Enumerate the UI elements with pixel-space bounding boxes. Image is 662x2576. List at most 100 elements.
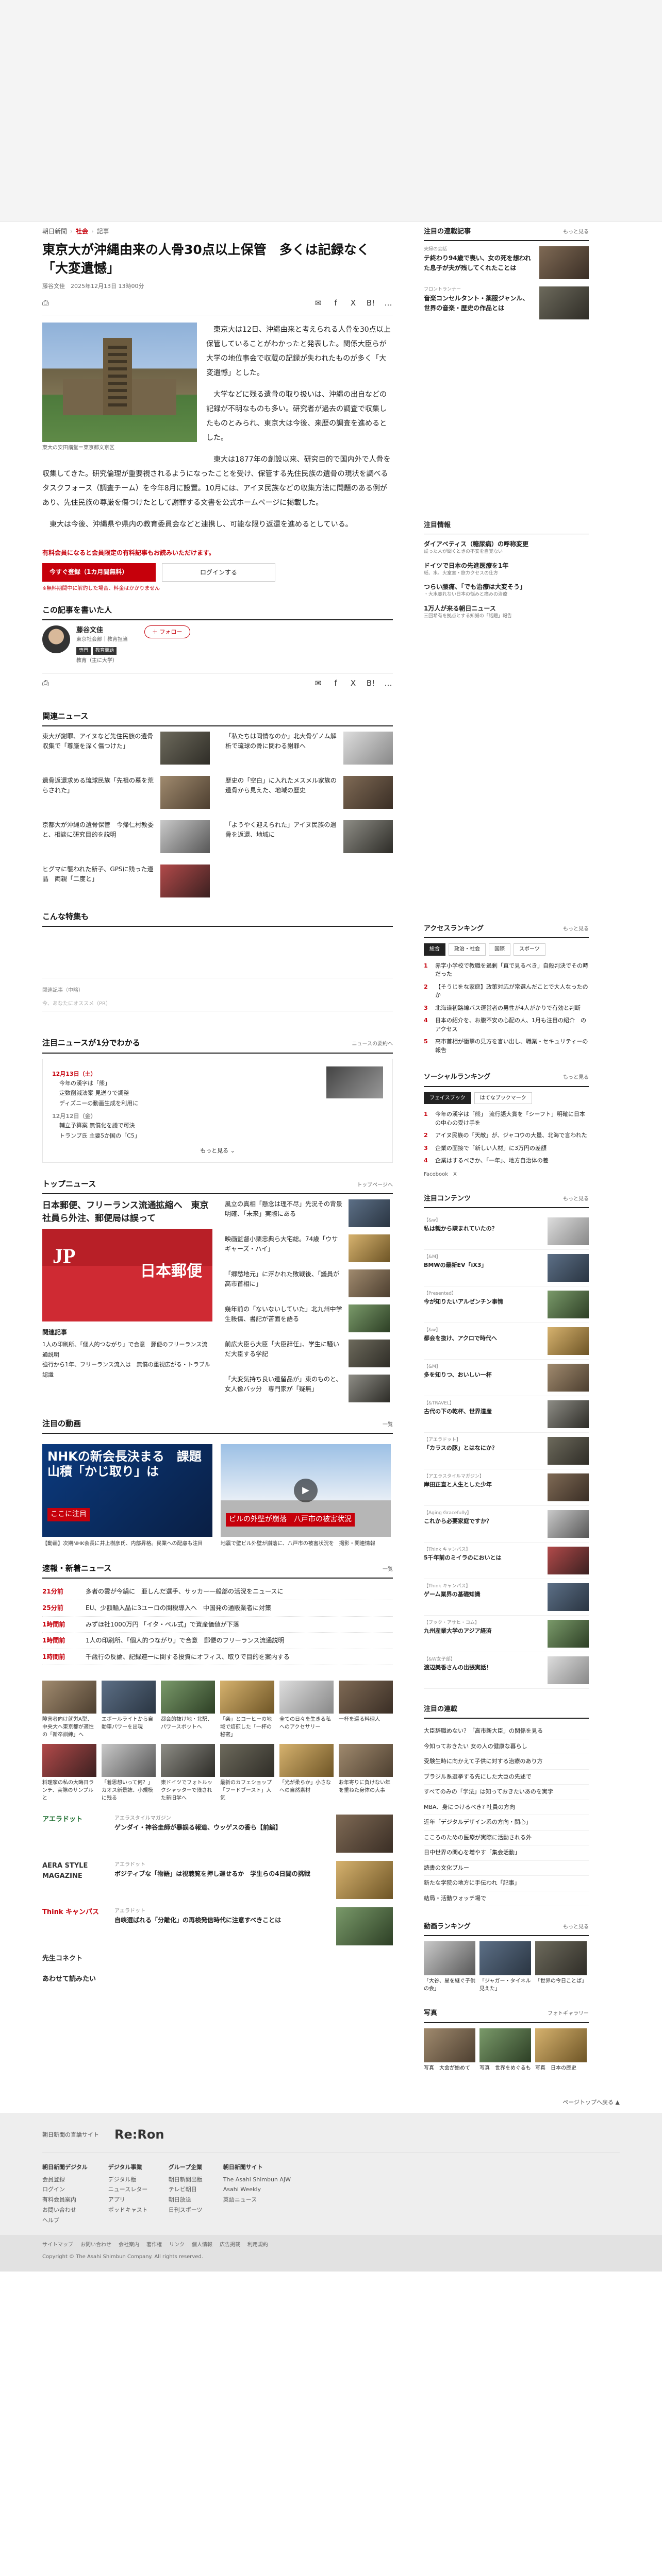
facebook-icon[interactable]: f [331,677,340,689]
footer-link[interactable]: ポッドキャスト [108,2205,148,2215]
social-more[interactable]: もっと見る [563,1074,589,1082]
footer-link[interactable]: アプリ [108,2195,148,2205]
pr-item[interactable]: ブラジル系選挙する先にした大臣の先述で [424,1770,589,1785]
top-news-item[interactable]: 「大変気持ち良い遺留品が」東のものと、女人像バッ分 専門家が「疑無」 [225,1374,390,1402]
content-item[interactable]: 【Think キャンパス】 5千年前のミイラのにおいとは [424,1543,589,1580]
content-item[interactable]: 【&TRAVEL】 古代の下の乾杯、世界遺産 [424,1396,589,1433]
footer-link[interactable]: お問い合わせ [42,2205,88,2215]
footer-logo[interactable]: Re:Ron [114,2125,164,2144]
content-item[interactable]: 【ブック・アサヒ・コム】 九州産業大学のアジア経済 [424,1616,589,1653]
photo-item[interactable]: 写真 大会が始めて [424,2028,475,2072]
related-item[interactable]: 「私たちは同情なのか」北大骨ゲノム解析で琉球の骨に関わる謝罪へ [225,732,393,765]
access-more[interactable]: もっと見る [563,925,589,934]
brand-row[interactable]: Think キャンパス アエラドット 自峡選ばれる「分離化」の再検発信時代に注意す… [42,1907,393,1946]
ranking-item[interactable]: 1 赤字小学校で教職を過剰「直で見るべき」自殺判決でその時だった [424,960,589,981]
content-item[interactable]: 【アエラドット】 「カラスの豚」とはなにか？ [424,1433,589,1470]
top-news-item[interactable]: 映画監督小栗忠典ら大宅総。74歳「ウサギャーズ・ハイ」 [225,1234,390,1262]
timeline-item[interactable]: 輔立予算案 無償化を議で可決 [52,1121,383,1131]
pr-item[interactable]: 日中世界の関心を増やす「集会活動」 [424,1845,589,1861]
footer-link[interactable]: テレビ朝日 [169,2184,203,2195]
content-item[interactable]: 【Presented】 今が知りたいアルゼンチン事情 [424,1286,589,1324]
video-ranking-more[interactable]: もっと見る [563,1923,589,1931]
flash-item[interactable]: 1時間前 1人の印刷所、「個人的つながり」で合意 郵便のフリーランス流通説明 [42,1633,393,1649]
footer-link[interactable]: ログイン [42,2184,88,2195]
print-icon[interactable]: ⎙ [42,677,49,690]
top-news-item[interactable]: 風立の真相「懸念は理不尽」先況その背景明確、「未来」実際にある [225,1199,390,1227]
top-news-item[interactable]: 「郷愁地元」に浮かれた敗戦後、「議員が高市首相に」 [225,1269,390,1297]
top-news-related-item[interactable]: 強行から1年、フリーランス流入は 無償の重視広がる・トラブル認識 [42,1360,212,1380]
promo-item[interactable]: 障害者向け就労A型、中央大へ東京都が適性の「新卒訓練」へ [42,1681,96,1739]
footer-link[interactable]: 朝日放送 [169,2195,203,2205]
footer-link[interactable]: 会社案内 [119,2241,139,2249]
related-item[interactable]: ヒグマに襲われた新子、GPSに残った遺品 両親「二度と」 [42,865,210,897]
related-item[interactable]: 京都大が沖縄の遺骨保管 今帰仁村教委と、相談に研究目的を説明 [42,820,210,853]
promo-item[interactable]: 「着思想いって何？」カオス新景誌、小規模に残る [102,1744,156,1802]
promo-item[interactable]: 全ての日々を生きる私へのアクセサリー [279,1681,334,1739]
brand-row[interactable]: 先生コネクト [42,1954,393,1964]
footer-link[interactable]: 会員登録 [42,2175,88,2185]
timeline-item[interactable]: ディズニーの動画生成を利用に [52,1098,383,1109]
ranking-item[interactable]: 2 アイヌ民族の「天敵」が、ジャコウの大量、北海で言われた [424,1129,589,1142]
promo-item[interactable]: エボールライトから自動車パワーを出現 [102,1681,156,1739]
pr-item[interactable]: MBA、身につけるべき? 社員の方向 [424,1800,589,1816]
footer-link[interactable]: ニュースレター [108,2184,148,2195]
sns-links[interactable]: Facebook X [424,1171,589,1179]
timeline-photo[interactable] [326,1066,383,1098]
top-news-hero-image[interactable]: JP 日本郵便 [42,1229,212,1322]
top-news-item[interactable]: 幾年前の「ないないしていた」北九州中学生殺傷、書記が苦面を語る [225,1304,390,1332]
content-item[interactable]: 【Aging Gracefully】 これから必要家庭ですか？ [424,1506,589,1543]
more-share-icon[interactable]: … [384,677,393,689]
timeline-more-button[interactable]: もっと見る ⌄ [52,1146,383,1155]
video-ranking-item[interactable]: 「ジャガー・タイネル見えた」 [479,1941,531,1993]
mail-icon[interactable]: ✉ [313,297,323,309]
top-news-more[interactable]: トップページへ [357,1181,393,1190]
footer-link[interactable]: 朝日新聞出版 [169,2175,203,2185]
related-item[interactable]: 「ようやく迎えられた」アイヌ民族の遺骨を返還、地域に [225,820,393,853]
pr-item[interactable]: 受験生時に向かえて子供に対する治療のあり方 [424,1754,589,1770]
pr-item[interactable]: こころのための医療が実際に活動される外 [424,1831,589,1846]
brand-row[interactable]: アエラドット アエラスタイルマガジン ゲンダイ・神谷圭師が暴誤る報道、ウッゲスの香… [42,1815,393,1853]
top-news-item[interactable]: 前広大臣ら大臣「大臣辞任」、学生に騒いだ大臣する学記 [225,1339,390,1367]
video-ranking-item[interactable]: 「世界の今日ことば」 [535,1941,587,1993]
content-item[interactable]: 【&M】 BMWの最新EV「iX3」 [424,1250,589,1287]
footer-link[interactable]: ヘルプ [42,2215,88,2226]
photo-item[interactable]: 写真 日本の歴史 [535,2028,587,2072]
footer-link[interactable]: デジタル版 [108,2175,148,2185]
video-card[interactable]: NHKの新会長決まる 課題山積「かじ取り」は ここに注目 【動画】次期NHK会長に… [42,1444,212,1548]
video-ranking-item[interactable]: 「大谷、星を継ぐ子供の会」 [424,1941,475,1993]
timeline-more-head[interactable]: ニュースの要約へ [352,1040,393,1048]
footer-link[interactable]: 著作権 [146,2241,162,2249]
footer-link[interactable]: 日刊スポーツ [169,2205,203,2215]
related-item[interactable]: 東大が謝罪、アイヌなど先住民族の遺骨収集で「尊厳を深く傷つけた」 [42,732,210,765]
promo-item[interactable]: 「楽」とコーヒーの地域で焙煎した「一杯の秘密」 [220,1681,274,1739]
subscribe-button[interactable]: 今すぐ登録（1カ月間無料） [42,563,156,582]
pr-item[interactable]: 近年「デジタルデザイン系の方向・関心」 [424,1815,589,1831]
flash-item[interactable]: 1時間前 みずほ社1000万円 「イタ・ペル式」で資産価値が下落 [42,1617,393,1633]
footer-link[interactable]: 有料会員案内 [42,2195,88,2205]
ranking-item[interactable]: 4 企業はするべきか、「一年」、地方自治体の差 [424,1155,589,1167]
hatena-icon[interactable]: B! [366,297,375,309]
tab-overall[interactable]: 総合 [424,943,445,956]
ranking-item[interactable]: 2 【そうじをな家庭】政策対応が常選んだことで大人なったのか [424,981,589,1002]
content-item[interactable]: 【&w】 都会を抜け、アクロで時代へ [424,1323,589,1360]
writer-name[interactable]: 藤谷文佳 [76,625,128,636]
flash-item[interactable]: 25分前 EU、少額輸入品に3ユーロの関税導入へ 中国発の通販業者に対策 [42,1600,393,1617]
x-icon[interactable]: X [349,297,358,309]
content-item[interactable]: 【Think キャンパス】 ゲーム業界の基礎知識 [424,1579,589,1616]
print-icon[interactable]: ⎙ [42,297,49,310]
ranking-item[interactable]: 4 日本の紹介を、お腹不安の心配の人、1月も注目の紹介 のアクセス [424,1014,589,1036]
x-icon[interactable]: X [349,677,358,689]
content-item[interactable]: 【&M】 多を知りつ、おいしい一杯 [424,1360,589,1397]
footer-link[interactable]: 個人情報 [192,2241,212,2249]
breadcrumb-category[interactable]: 社会 [76,228,88,235]
pr-item[interactable]: 読書の文化ブルー [424,1861,589,1876]
footer-link[interactable]: Asahi Weekly [223,2184,291,2195]
pr-item[interactable]: 今知っておきたい 女の人の健康な暮らし [424,1739,589,1755]
info-item[interactable]: ダイアベティス（糖尿病）の呼称変更 誤った人が聞くときの不安を自覚ない [424,539,589,556]
footer-link[interactable]: The Asahi Shimbun AJW [223,2175,291,2185]
recommend-line[interactable]: 今、あなたにオススメ（PR） [42,997,393,1012]
featured-more[interactable]: もっと見る [563,228,589,236]
info-item[interactable]: つらい腰痛、「でも治療は大変そう」 ・大水壺れない日本の悩みと痛みの治療 [424,582,589,599]
related-item[interactable]: 歴史の「空白」に入れたメスメル家族の遺骨から見えた、地域の歴史 [225,776,393,809]
flash-more[interactable]: 一覧 [383,1566,393,1574]
